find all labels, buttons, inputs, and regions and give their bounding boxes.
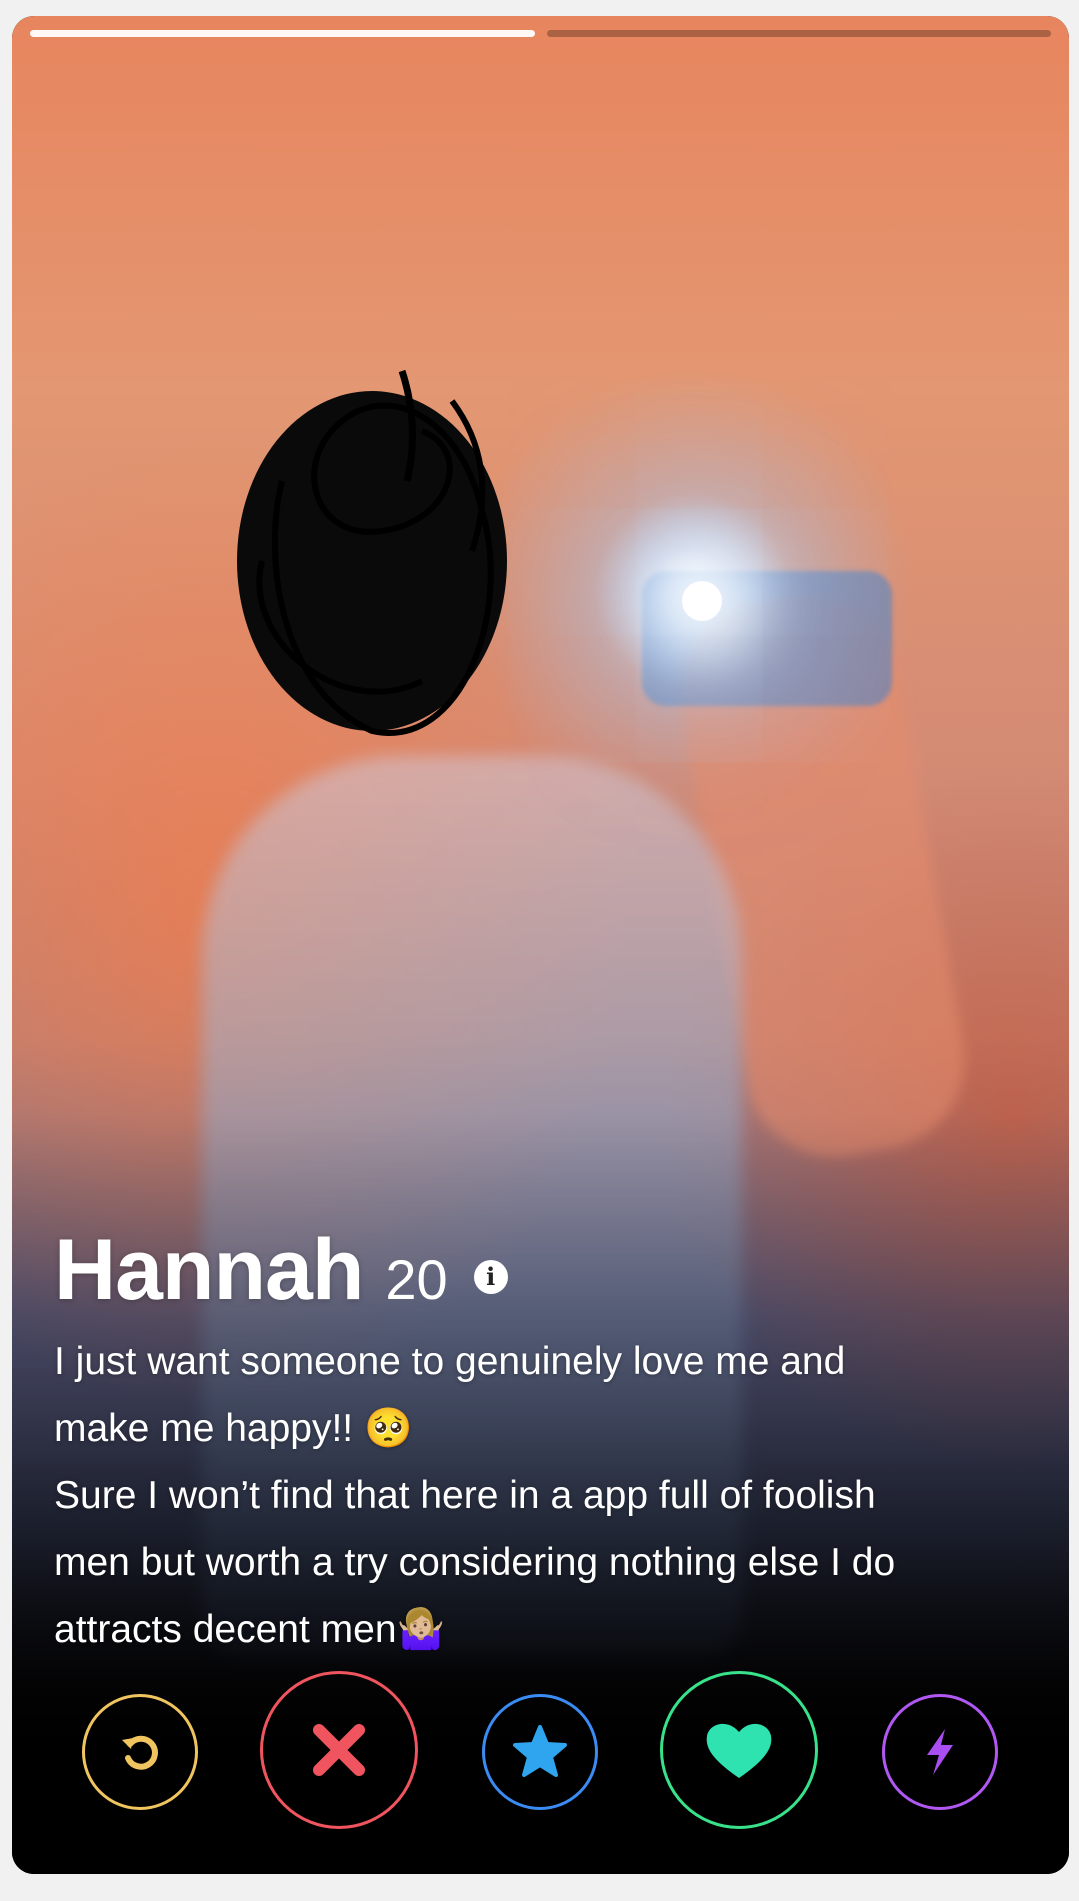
boost-button[interactable] [882, 1694, 998, 1810]
face-scribble [237, 369, 507, 736]
like-button[interactable] [660, 1671, 818, 1829]
profile-info: Hannah 20 i I just want someone to genui… [54, 1221, 1034, 1663]
rewind-button[interactable] [82, 1694, 198, 1810]
heart-icon [706, 1723, 772, 1778]
lightning-icon [927, 1729, 953, 1775]
close-icon [313, 1724, 365, 1776]
action-bar [12, 1624, 1069, 1874]
rewind-icon [122, 1735, 158, 1770]
super-like-button[interactable] [482, 1694, 598, 1810]
star-icon [513, 1725, 567, 1777]
photo-progress-segment-1[interactable] [30, 30, 535, 37]
profile-bio: I just want someone to genuinely love me… [54, 1340, 896, 1651]
photo-progress [30, 30, 1051, 37]
profile-card[interactable]: Hannah 20 i I just want someone to genui… [12, 16, 1069, 1874]
name-row: Hannah 20 i [54, 1221, 1034, 1320]
profile-name: Hannah [54, 1222, 364, 1318]
camera-flash [682, 581, 722, 621]
photo-progress-segment-2[interactable] [546, 30, 1051, 37]
profile-age: 20 [385, 1248, 448, 1311]
nope-button[interactable] [260, 1671, 418, 1829]
photo-phone [642, 571, 892, 706]
info-icon[interactable]: i [473, 1259, 508, 1294]
